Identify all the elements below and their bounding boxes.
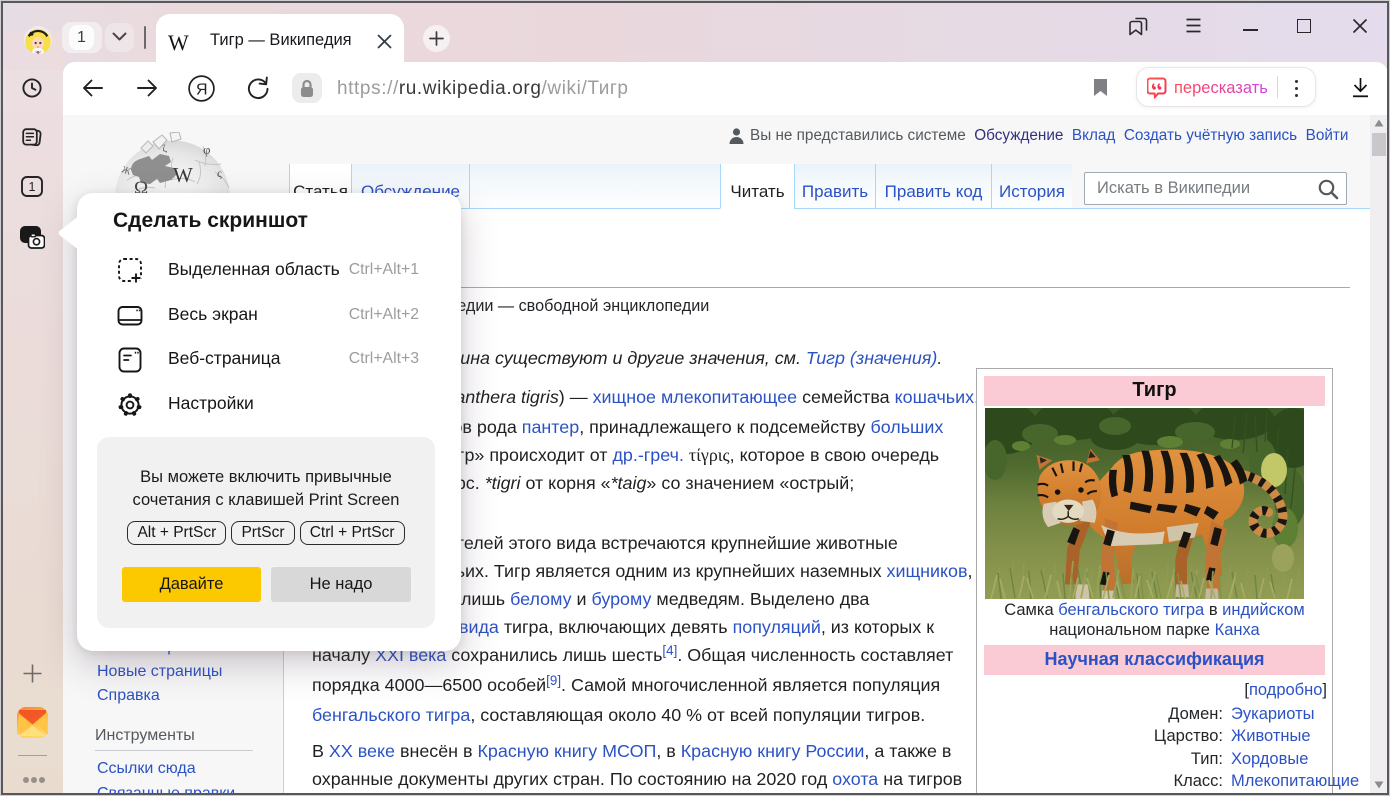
svg-text:W: W bbox=[173, 163, 193, 187]
svg-text:1: 1 bbox=[29, 180, 36, 194]
svg-text:φ: φ bbox=[203, 142, 211, 157]
svg-text:Ω: Ω bbox=[134, 178, 148, 193]
svg-text:ς: ς bbox=[217, 166, 222, 180]
svg-text:Я: Я bbox=[196, 81, 208, 98]
